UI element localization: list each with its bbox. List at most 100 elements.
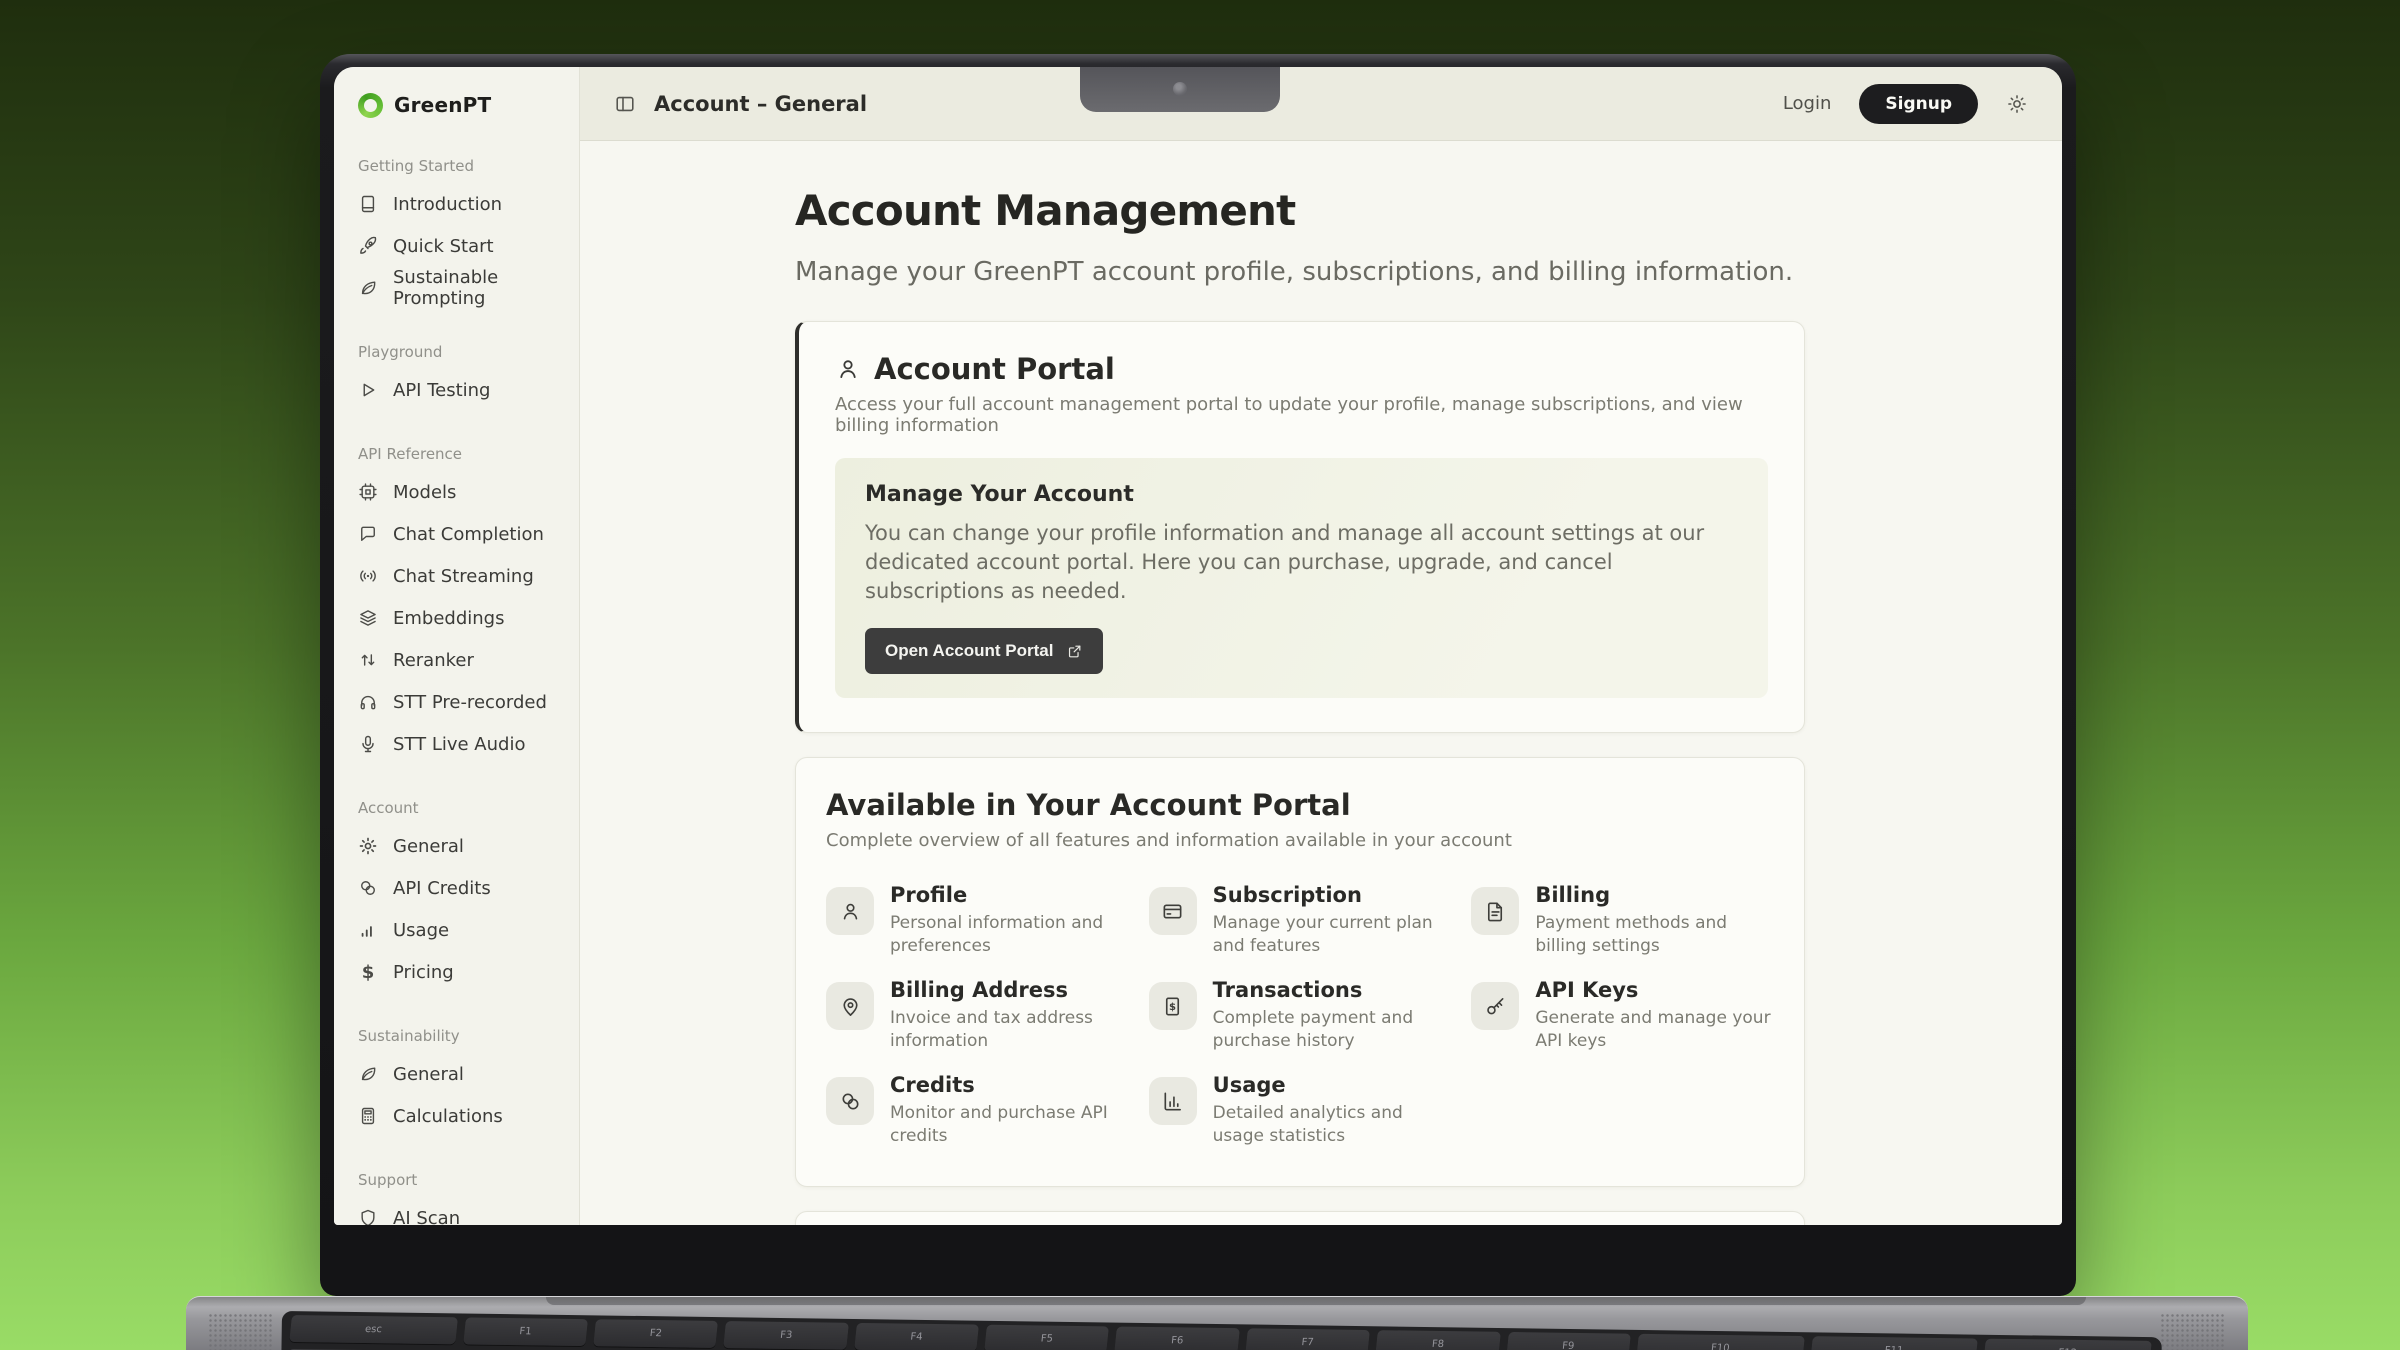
feature-text: Transactions Complete payment and purcha…	[1213, 978, 1452, 1053]
feature-billing-address: Billing Address Invoice and tax address …	[826, 982, 1129, 1053]
feature-description: Invoice and tax address information	[890, 1007, 1129, 1053]
feature-description: Manage your current plan and features	[1213, 912, 1452, 958]
feature-description: Complete payment and purchase history	[1213, 1007, 1452, 1053]
main-content: Account Management Manage your GreenPT a…	[795, 185, 1805, 1225]
sidebar-item-chat-streaming[interactable]: Chat Streaming	[358, 555, 579, 597]
feature-subscription: Subscription Manage your current plan an…	[1149, 887, 1452, 958]
page-breadcrumb-title: Account – General	[654, 92, 867, 116]
feature-text: Billing Payment methods and billing sett…	[1535, 883, 1774, 958]
sidebar-item-quick-start[interactable]: Quick Start	[358, 225, 579, 267]
sidebar-item-pricing[interactable]: $ Pricing	[358, 951, 579, 993]
feature-text: API Keys Generate and manage your API ke…	[1535, 978, 1774, 1053]
main-scroll-area[interactable]: Account Management Manage your GreenPT a…	[580, 141, 2062, 1225]
feature-title: Billing	[1535, 883, 1774, 907]
feature-icon-tile	[1149, 1077, 1197, 1125]
sidebar-item-label: Embeddings	[393, 608, 504, 629]
document-icon	[1484, 900, 1507, 923]
sidebar-item-stt-live-audio[interactable]: STT Live Audio	[358, 723, 579, 765]
feature-icon-tile: $	[1149, 982, 1197, 1030]
broadcast-icon	[358, 566, 378, 586]
logo[interactable]: GreenPT	[358, 67, 579, 143]
feature-profile: Profile Personal information and prefere…	[826, 887, 1129, 958]
chat-icon	[358, 524, 378, 544]
credit-card-icon	[1161, 900, 1184, 923]
features-grid: Profile Personal information and prefere…	[826, 887, 1774, 1148]
account-portal-header: Account Portal	[835, 352, 1768, 386]
rocket-icon	[358, 236, 378, 256]
sidebar-item-calculations[interactable]: Calculations	[358, 1095, 579, 1137]
sidebar-item-api-credits[interactable]: API Credits	[358, 867, 579, 909]
sidebar-item-label: General	[393, 836, 464, 857]
sidebar-item-label: API Credits	[393, 878, 491, 899]
sidebar-section-label-account: Account	[358, 799, 579, 817]
sidebar: GreenPT Getting Started Introduction Qui…	[334, 67, 580, 1225]
open-account-portal-button[interactable]: Open Account Portal	[865, 628, 1103, 674]
manage-account-body: You can change your profile information …	[865, 519, 1738, 606]
sidebar-item-reranker[interactable]: Reranker	[358, 639, 579, 681]
sidebar-item-label: Models	[393, 482, 456, 503]
sidebar-item-embeddings[interactable]: Embeddings	[358, 597, 579, 639]
keyboard-key: F3	[724, 1321, 849, 1350]
play-icon	[358, 380, 378, 400]
sidebar-section-label-support: Support	[358, 1171, 579, 1189]
sun-icon[interactable]	[2006, 93, 2028, 115]
open-account-portal-label: Open Account Portal	[885, 641, 1053, 661]
shield-icon	[358, 1208, 378, 1225]
microphone-icon	[358, 734, 378, 754]
feature-description: Payment methods and billing settings	[1535, 912, 1774, 958]
sidebar-item-label: Reranker	[393, 650, 474, 671]
sidebar-item-label: Usage	[393, 920, 449, 941]
feature-text: Profile Personal information and prefere…	[890, 883, 1129, 958]
sidebar-item-sustainability-general[interactable]: General	[358, 1053, 579, 1095]
sidebar-item-stt-pre-recorded[interactable]: STT Pre-recorded	[358, 681, 579, 723]
feature-billing: Billing Payment methods and billing sett…	[1471, 887, 1774, 958]
feature-description: Monitor and purchase API credits	[890, 1102, 1129, 1148]
book-icon	[358, 194, 378, 214]
sidebar-item-label: Calculations	[393, 1106, 503, 1127]
feature-title: Profile	[890, 883, 1129, 907]
keyboard-key: esc	[289, 1315, 457, 1344]
account-portal-description: Access your full account management port…	[835, 394, 1768, 436]
feature-icon-tile	[826, 887, 874, 935]
external-link-icon	[1066, 643, 1083, 660]
sidebar-item-label: Pricing	[393, 962, 454, 983]
page-subtitle: Manage your GreenPT account profile, sub…	[795, 255, 1805, 289]
feature-api-keys: API Keys Generate and manage your API ke…	[1471, 982, 1774, 1053]
feature-usage: Usage Detailed analytics and usage stati…	[1149, 1077, 1452, 1148]
sidebar-item-api-testing[interactable]: API Testing	[358, 369, 579, 411]
logo-text: GreenPT	[394, 93, 491, 117]
feature-icon-tile	[1471, 982, 1519, 1030]
feature-title: Transactions	[1213, 978, 1452, 1002]
sidebar-item-account-general[interactable]: General	[358, 825, 579, 867]
greenpt-logo-icon	[358, 93, 383, 118]
sidebar-section-label-playground: Playground	[358, 343, 579, 361]
sidebar-item-models[interactable]: Models	[358, 471, 579, 513]
layers-icon	[358, 608, 378, 628]
login-button[interactable]: Login	[1783, 93, 1832, 114]
speaker-grille	[208, 1313, 274, 1350]
feature-icon-tile	[1149, 887, 1197, 935]
laptop-notch	[1080, 67, 1280, 112]
bar-chart-icon	[358, 920, 378, 940]
feature-text: Billing Address Invoice and tax address …	[890, 978, 1129, 1053]
keyboard-key: F2	[593, 1319, 718, 1348]
sidebar-item-label: Chat Completion	[393, 524, 544, 545]
sidebar-item-usage[interactable]: Usage	[358, 909, 579, 951]
sidebar-item-label: Quick Start	[393, 236, 494, 257]
topbar-right: Login Signup	[1783, 84, 2028, 124]
subscription-management-card: Subscription Management	[795, 1211, 1805, 1225]
sidebar-item-label: Sustainable Prompting	[393, 267, 579, 309]
keyboard-key: F11	[1810, 1336, 1978, 1350]
sidebar-item-ai-scan[interactable]: AI Scan	[358, 1197, 579, 1225]
laptop-hinge	[546, 1297, 2086, 1305]
sidebar-item-chat-completion[interactable]: Chat Completion	[358, 513, 579, 555]
sidebar-toggle-icon[interactable]	[614, 93, 636, 115]
sidebar-item-introduction[interactable]: Introduction	[358, 183, 579, 225]
sidebar-item-sustainable-prompting[interactable]: Sustainable Prompting	[358, 267, 579, 309]
calculator-icon	[358, 1106, 378, 1126]
signup-button[interactable]: Signup	[1859, 84, 1978, 124]
feature-icon-tile	[1471, 887, 1519, 935]
keyboard-key: F6	[1115, 1327, 1240, 1350]
sidebar-section-label-api-reference: API Reference	[358, 445, 579, 463]
speaker-grille	[2160, 1313, 2226, 1350]
